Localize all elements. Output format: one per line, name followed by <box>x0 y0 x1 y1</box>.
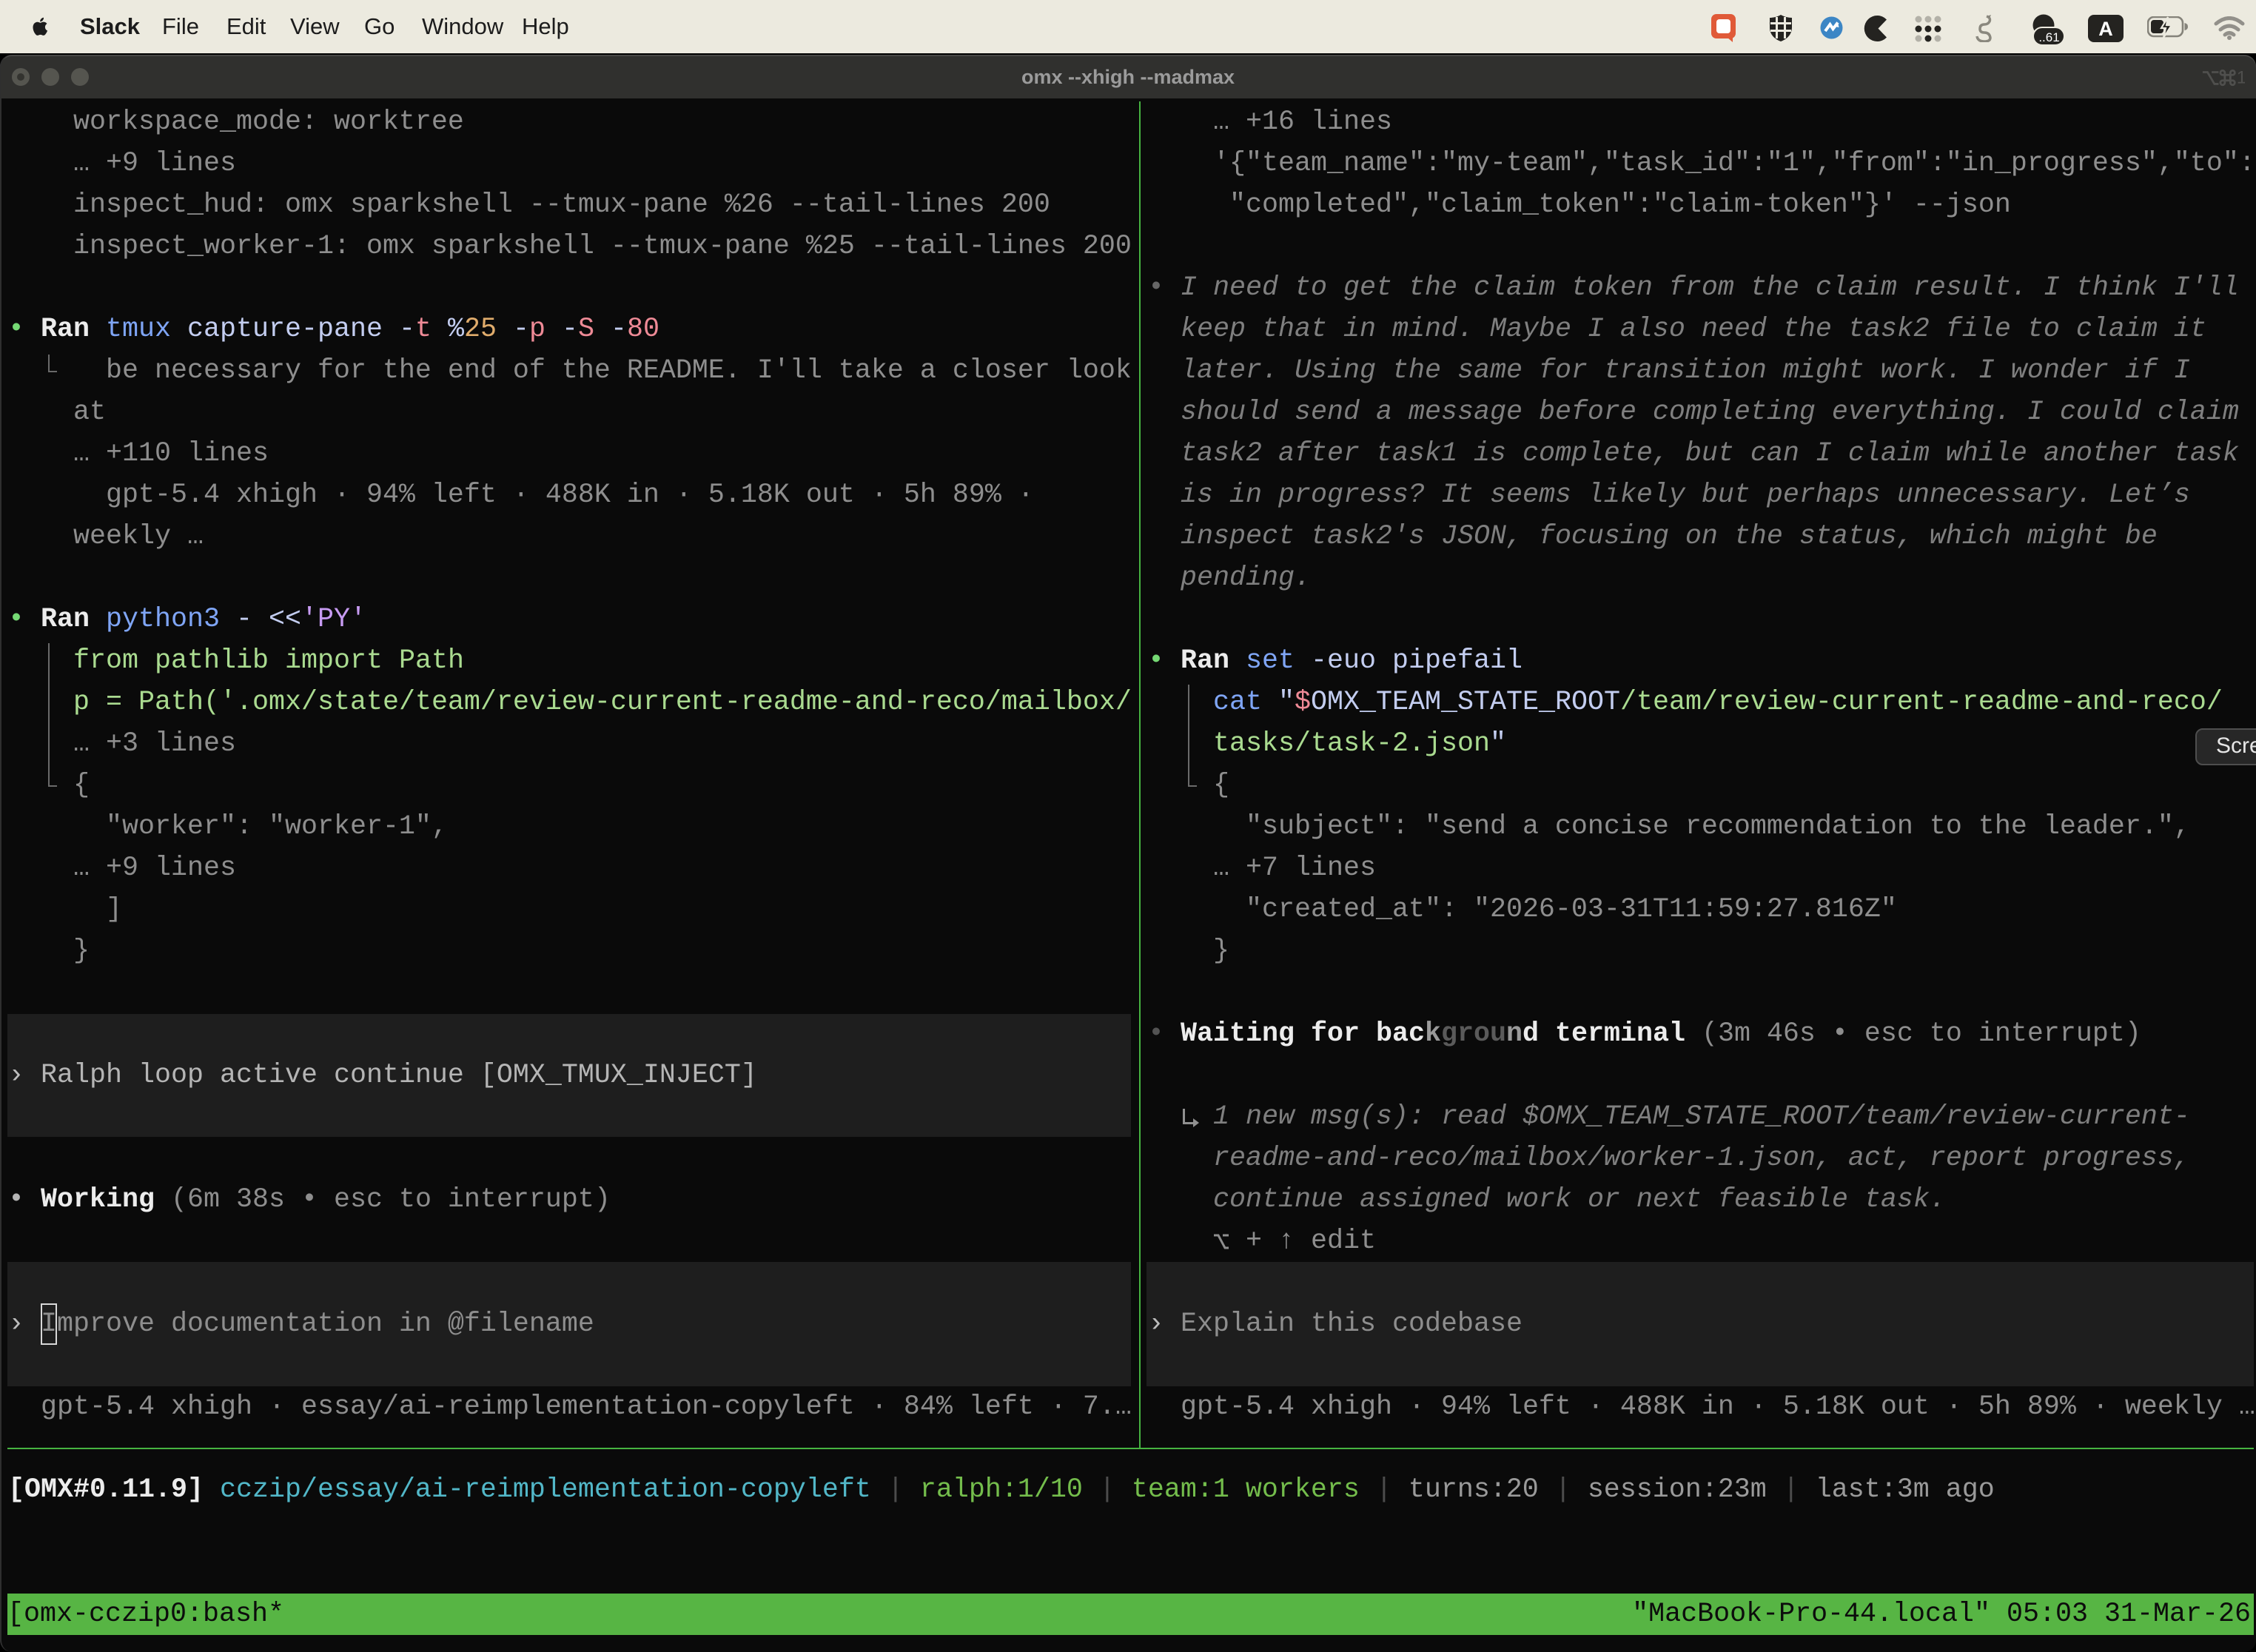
svg-text:A: A <box>2098 18 2113 40</box>
svg-text:..61: ..61 <box>2038 30 2059 44</box>
svg-text:1: 1 <box>2237 67 2245 87</box>
